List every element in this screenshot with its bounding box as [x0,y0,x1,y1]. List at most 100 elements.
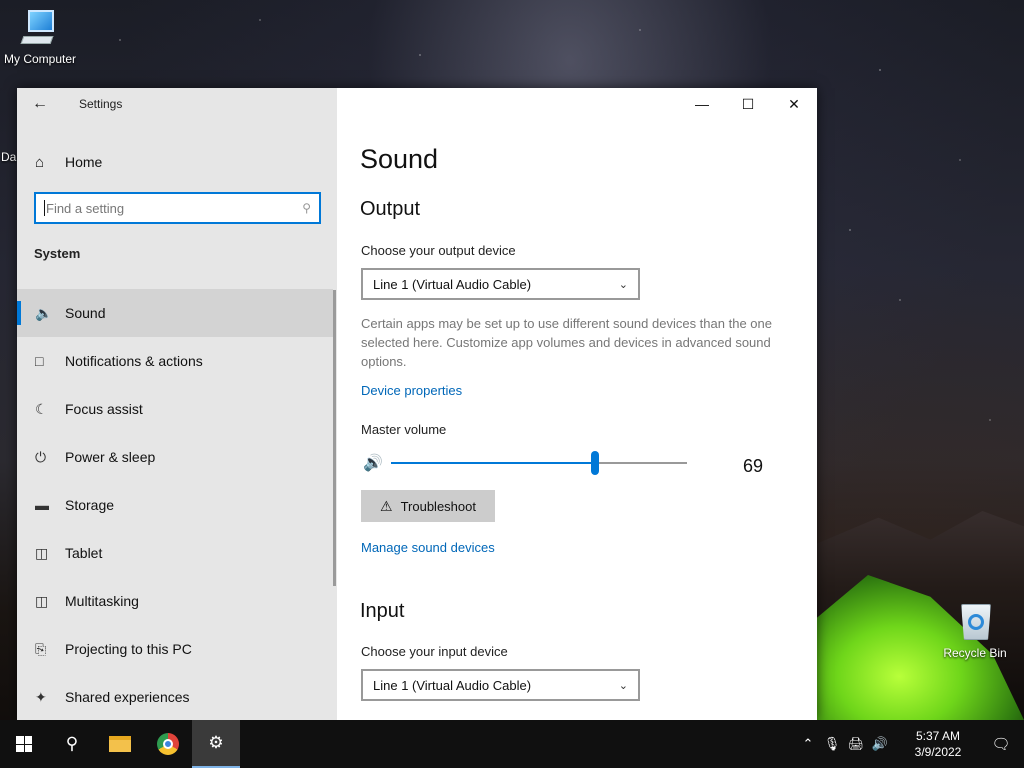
maximize-button[interactable]: ☐ [725,88,771,120]
page-title: Sound [360,144,439,174]
clock[interactable]: 5:37 AM 3/9/2022 [898,728,978,760]
sidebar-item-shared-experiences[interactable]: ✦ Shared experiences [17,673,333,721]
sidebar-item-storage[interactable]: ▬ Storage [17,481,333,529]
windows-logo-icon [16,736,32,752]
microphone-icon[interactable]: 🎙 [820,736,844,752]
text-caret [44,200,45,216]
arrow-left-icon: ← [32,95,48,112]
clock-time: 5:37 AM [915,729,961,743]
sidebar-item-power-sleep[interactable]: ⏻ Power & sleep [17,433,333,481]
manage-sound-devices-link[interactable]: Manage sound devices [361,540,495,555]
sidebar-item-label: Home [65,154,103,170]
warning-icon: ⚠ [380,497,393,514]
gear-icon: ⚙ [208,733,224,752]
desktop-icon-label: Recycle Bin [943,646,1007,660]
sidebar-item-label: Focus assist [65,401,143,417]
sidebar-item-focus-assist[interactable]: ☾ Focus assist [17,385,333,433]
sidebar-item-label: Sound [65,305,106,321]
volume-icon[interactable]: 🔊 [868,736,892,752]
search-icon: ⚲ [65,734,79,753]
sidebar-nav: 🔈 Sound □ Notifications & actions ☾ Focu… [17,289,333,721]
taskbar: ⚲ ⚙ ⌃ 🎙 🖨 🔊 5:37 AM 3/9/2022 🗨 [0,720,1024,768]
app-title: Settings [79,97,123,111]
computer-icon [20,8,60,48]
chevron-up-icon[interactable]: ⌃ [796,736,820,752]
multitasking-icon: ◫ [35,592,49,609]
taskbar-settings[interactable]: ⚙ [192,720,240,768]
output-heading: Output [360,198,421,220]
input-device-label: Choose your input device [361,644,508,659]
output-description: Certain apps may be set up to use differ… [361,316,772,369]
search-button[interactable]: ⚲ [48,720,96,768]
start-button[interactable] [0,720,48,768]
projecting-icon: ⎘ [35,640,47,657]
sidebar-item-label: Notifications & actions [65,353,203,369]
close-icon: ✕ [788,95,800,112]
clock-date: 3/9/2022 [914,745,962,759]
output-device-label: Choose your output device [361,243,516,258]
sidebar-item-projecting[interactable]: ⎘ Projecting to this PC [17,625,333,673]
search-icon[interactable]: ⚲ [302,201,311,215]
desktop-icon-recycle-bin[interactable]: Recycle Bin [935,602,1015,660]
sidebar-item-label: Projecting to this PC [65,641,192,657]
sidebar: ← Settings ⌂ Home ⚲ System 🔈 Sound □ Not… [17,88,337,720]
folder-icon [109,736,131,752]
desktop-icon-partial[interactable]: Da [1,150,17,164]
chrome-icon [157,733,179,755]
input-device-dropdown[interactable]: Line 1 (Virtual Audio Cable) ⌄ [361,669,640,701]
sidebar-item-home[interactable]: ⌂ Home [17,144,337,180]
window-controls: — ☐ ✕ [679,88,817,120]
sidebar-item-label: Power & sleep [65,449,156,465]
device-properties-link[interactable]: Device properties [361,383,462,398]
desktop-icon-label: My Computer [3,52,77,66]
sidebar-item-label: Multitasking [65,593,139,609]
taskbar-file-explorer[interactable] [96,720,144,768]
volume-value: 69 [743,456,764,476]
chevron-down-icon: ⌄ [618,679,628,692]
close-button[interactable]: ✕ [771,88,817,120]
notification-center-icon[interactable]: 🗨 [978,735,1024,753]
dropdown-value: Line 1 (Virtual Audio Cable) [373,276,532,292]
chevron-down-icon: ⌄ [618,278,628,291]
output-device-dropdown[interactable]: Line 1 (Virtual Audio Cable) ⌄ [361,268,640,300]
volume-slider-thumb[interactable] [591,451,600,475]
speaker-icon[interactable]: 🔊 [363,453,383,473]
power-icon: ⏻ [35,448,47,465]
title-bar: ← Settings [17,88,337,120]
storage-icon: ▬ [35,497,49,513]
taskbar-chrome[interactable] [144,720,192,768]
home-icon: ⌂ [35,153,45,171]
sidebar-item-multitasking[interactable]: ◫ Multitasking [17,577,333,625]
notification-icon: □ [35,353,44,369]
troubleshoot-label: Troubleshoot [400,498,476,514]
system-tray: ⌃ 🎙 🖨 🔊 5:37 AM 3/9/2022 🗨 [796,720,1024,768]
sidebar-item-label: Storage [65,497,115,513]
desktop-icon-label: Da [1,150,17,164]
content-pane: — ☐ ✕ Sound Output Choose your output de… [337,88,817,720]
volume-slider[interactable] [391,451,687,475]
sidebar-scrollbar[interactable] [333,290,336,586]
back-button[interactable]: ← [17,88,63,120]
sidebar-item-sound[interactable]: 🔈 Sound [17,289,333,337]
volume-slider-fill [391,462,596,464]
tablet-icon: ◫ [35,544,49,561]
speaker-icon: 🔈 [35,304,53,321]
search-box[interactable]: ⚲ [34,192,321,224]
minimize-icon: — [695,96,709,112]
shared-icon: ✦ [35,688,47,705]
dropdown-value: Line 1 (Virtual Audio Cable) [373,677,532,693]
input-heading: Input [360,600,405,622]
settings-window: ← Settings ⌂ Home ⚲ System 🔈 Sound □ Not… [17,88,817,720]
troubleshoot-button[interactable]: ⚠ Troubleshoot [361,490,495,522]
desktop-icon-my-computer[interactable]: My Computer [0,8,80,66]
recycle-bin-icon [955,602,995,642]
section-title: System [34,246,81,261]
moon-icon: ☾ [35,400,48,417]
network-icon[interactable]: 🖨 [844,736,868,752]
search-input[interactable] [46,200,286,216]
sidebar-item-tablet[interactable]: ◫ Tablet [17,529,333,577]
sidebar-item-label: Shared experiences [65,689,190,705]
sidebar-item-notifications[interactable]: □ Notifications & actions [17,337,333,385]
master-volume-label: Master volume [361,422,447,437]
minimize-button[interactable]: — [679,88,725,120]
